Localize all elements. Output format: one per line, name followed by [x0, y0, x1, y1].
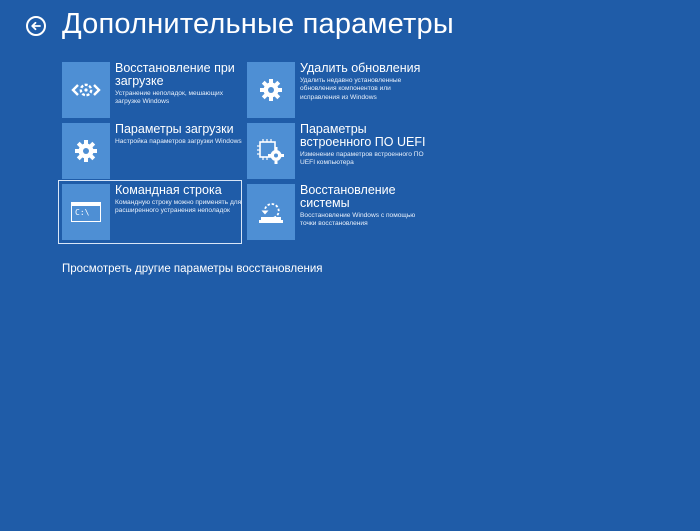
tile-title: Удалить обновления: [300, 61, 421, 75]
system-restore-icon: [247, 184, 295, 240]
tile-startup-settings[interactable]: Параметры загрузки Настройка параметров …: [62, 123, 242, 179]
gear-icon: [247, 62, 295, 118]
tile-description: Изменение параметров встроенного ПО UEFI…: [300, 151, 424, 167]
tile-description: Восстановление Windows с помощью точки в…: [300, 212, 416, 228]
tile-uefi-settings[interactable]: Параметры встроенного ПО UEFI Изменение …: [247, 123, 425, 179]
tile-description: Удалить недавно установленные обновления…: [300, 77, 402, 101]
back-button[interactable]: [26, 16, 46, 36]
tile-title: Параметры загрузки: [115, 122, 234, 136]
tile-uninstall-updates[interactable]: Удалить обновления Удалить недавно устан…: [247, 62, 423, 118]
tile-title: Восстановление системы: [300, 183, 396, 210]
tile-description: Устранение неполадок, мешающих загрузке …: [115, 90, 224, 106]
tile-title: Восстановление при загрузке: [115, 61, 235, 88]
command-prompt-glyph: C:\: [75, 208, 90, 217]
tile-description: Командную строку можно применять для рас…: [115, 199, 242, 215]
tile-title: Командная строка: [115, 183, 222, 197]
tile-startup-repair[interactable]: Восстановление при загрузке Устранение н…: [62, 62, 238, 118]
tile-title: Параметры встроенного ПО UEFI: [300, 122, 426, 149]
tile-description: Настройка параметров загрузки Windows: [115, 138, 242, 145]
gear-icon: [62, 123, 110, 179]
tile-system-restore[interactable]: Восстановление системы Восстановление Wi…: [247, 184, 423, 240]
more-recovery-options-link[interactable]: Просмотреть другие параметры восстановле…: [62, 263, 323, 275]
tile-command-prompt[interactable]: C:\ Командная строка Командную строку мо…: [58, 180, 242, 244]
command-prompt-icon: C:\: [62, 184, 110, 240]
page-title: Дополнительные параметры: [62, 8, 454, 40]
startup-repair-icon: [62, 62, 110, 118]
uefi-chip-gear-icon: [247, 123, 295, 179]
arrow-left-icon: [31, 21, 41, 31]
